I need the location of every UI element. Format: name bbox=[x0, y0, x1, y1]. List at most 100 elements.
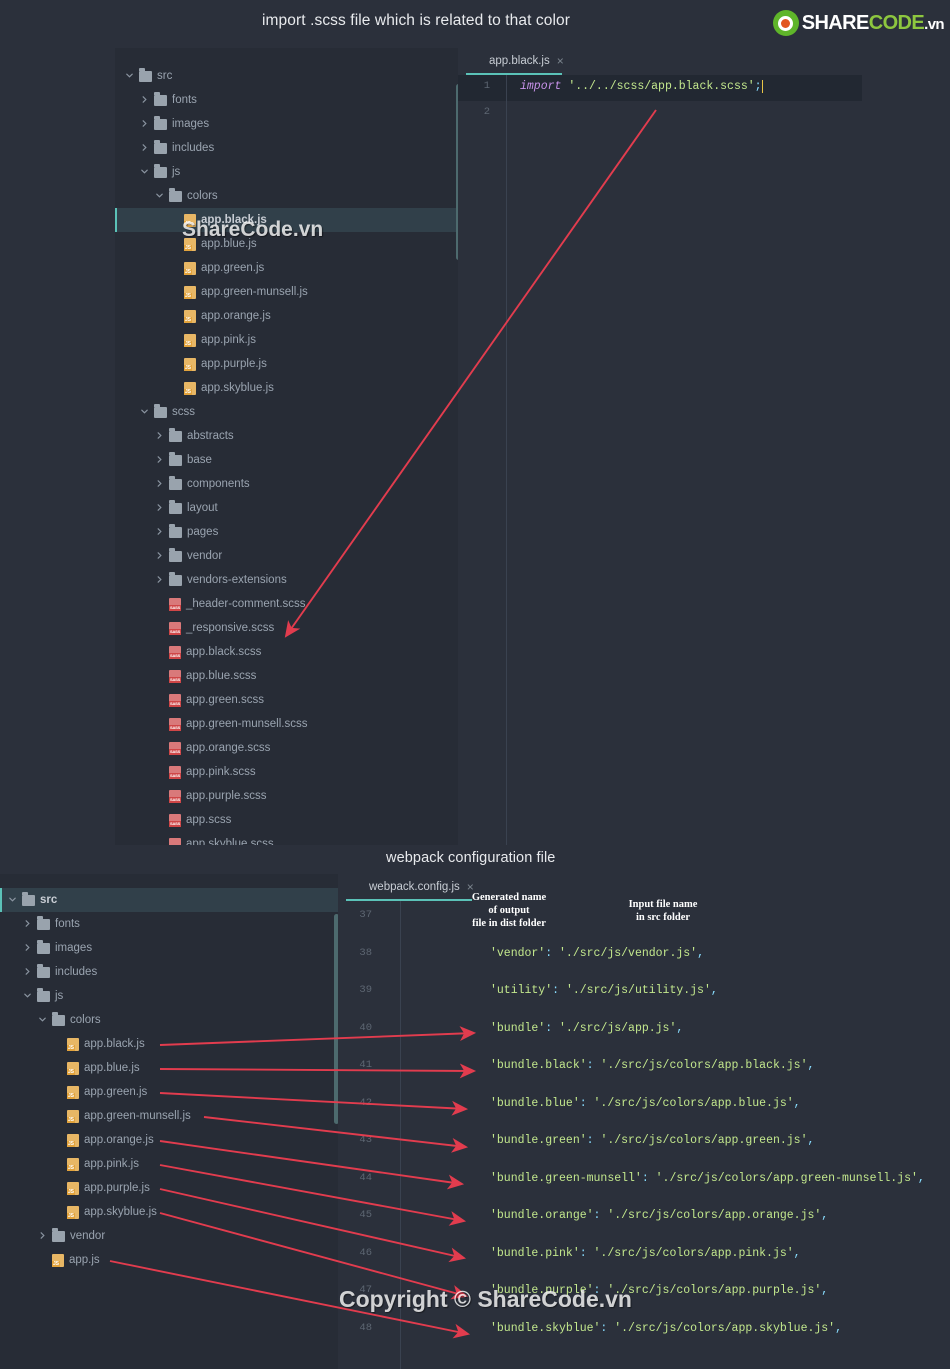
tree-folder-colors[interactable]: colors bbox=[115, 184, 458, 208]
tree-item-label: app.orange.scss bbox=[186, 742, 271, 754]
tree-folder-includes[interactable]: includes bbox=[0, 960, 338, 984]
tree-file-app-black-js[interactable]: app.black.js bbox=[115, 208, 458, 232]
tree-file-app-blue-scss[interactable]: app.blue.scss bbox=[115, 664, 458, 688]
tree-twisty-spacer bbox=[155, 743, 166, 754]
screenshot-root: import .scss file which is related to th… bbox=[0, 0, 950, 1369]
tree-file-app-green-js[interactable]: app.green.js bbox=[115, 256, 458, 280]
chevron-right-icon[interactable] bbox=[140, 143, 151, 154]
tree-folder-colors[interactable]: colors bbox=[0, 1008, 338, 1032]
tree-folder-vendors-extensions[interactable]: vendors-extensions bbox=[115, 568, 458, 592]
tree-file-app-green-munsell-js[interactable]: app.green-munsell.js bbox=[0, 1104, 338, 1128]
chevron-down-icon[interactable] bbox=[125, 71, 136, 82]
chevron-right-icon[interactable] bbox=[155, 503, 166, 514]
chevron-right-icon[interactable] bbox=[23, 943, 34, 954]
chevron-right-icon[interactable] bbox=[155, 455, 166, 466]
tree-folder-js[interactable]: js bbox=[115, 160, 458, 184]
tree-item-label: vendor bbox=[187, 550, 223, 562]
js-file-icon bbox=[52, 1253, 64, 1267]
tree-item-label: app.pink.js bbox=[201, 334, 256, 346]
tree-folder-fonts[interactable]: fonts bbox=[0, 912, 338, 936]
code-line: 'bundle.skyblue': './src/js/colors/app.s… bbox=[490, 1321, 842, 1335]
tree-file-app-js[interactable]: app.js bbox=[0, 1248, 338, 1272]
chevron-down-icon[interactable] bbox=[140, 407, 151, 418]
tree-folder-vendor[interactable]: vendor bbox=[0, 1224, 338, 1248]
chevron-down-icon[interactable] bbox=[38, 1015, 49, 1026]
chevron-right-icon[interactable] bbox=[155, 479, 166, 490]
tree-file-app-green-munsell-js[interactable]: app.green-munsell.js bbox=[115, 280, 458, 304]
tree-file-app-pink-js[interactable]: app.pink.js bbox=[115, 328, 458, 352]
tree-file-app-green-munsell-scss[interactable]: app.green-munsell.scss bbox=[115, 712, 458, 736]
tree-file-app-blue-js[interactable]: app.blue.js bbox=[115, 232, 458, 256]
bottom-code-editor: webpack.config.js × 37 38 'vendor': './src… bbox=[338, 874, 950, 1369]
line-number: 46 bbox=[359, 1246, 372, 1259]
tree-file-app-pink-scss[interactable]: app.pink.scss bbox=[115, 760, 458, 784]
tree-file-app-pink-js[interactable]: app.pink.js bbox=[0, 1152, 338, 1176]
chevron-right-icon[interactable] bbox=[155, 551, 166, 562]
tree-file-app-purple-js[interactable]: app.purple.js bbox=[0, 1176, 338, 1200]
tree-file-app-orange-js[interactable]: app.orange.js bbox=[0, 1128, 338, 1152]
tree-folder-images[interactable]: images bbox=[0, 936, 338, 960]
folder-icon bbox=[154, 139, 167, 154]
chevron-right-icon[interactable] bbox=[155, 575, 166, 586]
tree-file-app-green-scss[interactable]: app.green.scss bbox=[115, 688, 458, 712]
tree-file-app-skyblue-js[interactable]: app.skyblue.js bbox=[0, 1200, 338, 1224]
js-file-icon bbox=[184, 261, 196, 275]
js-file-icon bbox=[184, 213, 196, 227]
tree-item-label: app.blue.js bbox=[201, 238, 257, 250]
chevron-right-icon[interactable] bbox=[38, 1231, 49, 1242]
tree-file-app-purple-scss[interactable]: app.purple.scss bbox=[115, 784, 458, 808]
chevron-down-icon[interactable] bbox=[23, 991, 34, 1002]
chevron-right-icon[interactable] bbox=[140, 95, 151, 106]
tree-folder-base[interactable]: base bbox=[115, 448, 458, 472]
tree-file-app-orange-scss[interactable]: app.orange.scss bbox=[115, 736, 458, 760]
tree-item-label: app.skyblue.js bbox=[84, 1206, 157, 1218]
tree-folder-images[interactable]: images bbox=[115, 112, 458, 136]
tree-folder-pages[interactable]: pages bbox=[115, 520, 458, 544]
tree-folder-src[interactable]: src bbox=[0, 888, 338, 912]
tree-folder-includes[interactable]: includes bbox=[115, 136, 458, 160]
tree-file-app-black-js[interactable]: app.black.js bbox=[0, 1032, 338, 1056]
tree-item-label: includes bbox=[172, 142, 215, 154]
folder-icon bbox=[169, 427, 182, 442]
tree-folder-fonts[interactable]: fonts bbox=[115, 88, 458, 112]
tree-file-app-green-js[interactable]: app.green.js bbox=[0, 1080, 338, 1104]
chevron-right-icon[interactable] bbox=[155, 527, 166, 538]
tree-file--responsive-scss[interactable]: _responsive.scss bbox=[115, 616, 458, 640]
tree-file-app-skyblue-js[interactable]: app.skyblue.js bbox=[115, 376, 458, 400]
tree-folder-components[interactable]: components bbox=[115, 472, 458, 496]
tree-twisty-spacer bbox=[155, 695, 166, 706]
tree-folder-scss[interactable]: scss bbox=[115, 400, 458, 424]
chevron-down-icon[interactable] bbox=[140, 167, 151, 178]
scss-file-icon bbox=[169, 693, 182, 707]
tree-twisty-spacer bbox=[170, 287, 181, 298]
close-icon[interactable]: × bbox=[557, 54, 564, 68]
js-file-icon bbox=[184, 237, 196, 251]
chevron-right-icon[interactable] bbox=[23, 967, 34, 978]
bottom-file-tree[interactable]: src fonts images includes js colors app.black.… bbox=[0, 874, 339, 1369]
chevron-right-icon[interactable] bbox=[155, 431, 166, 442]
tab-app-black-js[interactable]: app.black.js × bbox=[466, 48, 570, 74]
tree-file-app-skyblue-scss[interactable]: app.skyblue.scss bbox=[115, 832, 458, 845]
tree-file--header-comment-scss[interactable]: _header-comment.scss bbox=[115, 592, 458, 616]
tree-item-label: src bbox=[157, 70, 173, 82]
chevron-down-icon[interactable] bbox=[155, 191, 166, 202]
top-file-tree[interactable]: src fonts images includes js colors app.black.… bbox=[115, 48, 461, 845]
tree-folder-vendor[interactable]: vendor bbox=[115, 544, 458, 568]
bottom-code-area[interactable]: 37 38 'vendor': './src/js/vendor.js', 39 'ut… bbox=[338, 892, 950, 1369]
folder-icon bbox=[154, 115, 167, 130]
top-code-area[interactable]: 1 import '../../scss/app.black.scss';| 2 bbox=[458, 75, 862, 845]
tree-folder-layout[interactable]: layout bbox=[115, 496, 458, 520]
chevron-right-icon[interactable] bbox=[23, 919, 34, 930]
chevron-down-icon[interactable] bbox=[8, 895, 19, 906]
tree-folder-abstracts[interactable]: abstracts bbox=[115, 424, 458, 448]
chevron-right-icon[interactable] bbox=[140, 119, 151, 130]
tree-item-label: app.orange.js bbox=[84, 1134, 154, 1146]
tree-file-app-black-scss[interactable]: app.black.scss bbox=[115, 640, 458, 664]
tree-file-app-blue-js[interactable]: app.blue.js bbox=[0, 1056, 338, 1080]
tree-file-app-purple-js[interactable]: app.purple.js bbox=[115, 352, 458, 376]
tree-folder-js[interactable]: js bbox=[0, 984, 338, 1008]
tree-file-app-orange-js[interactable]: app.orange.js bbox=[115, 304, 458, 328]
folder-icon bbox=[37, 915, 50, 930]
tree-file-app-scss[interactable]: app.scss bbox=[115, 808, 458, 832]
tree-folder-src[interactable]: src bbox=[115, 64, 458, 88]
